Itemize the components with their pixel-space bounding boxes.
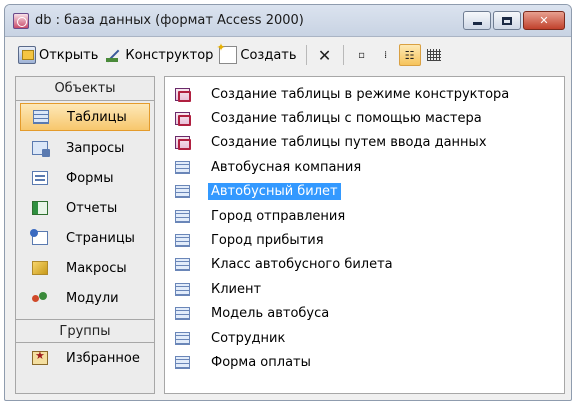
list-item-label: Создание таблицы в режиме конструктора [211,86,510,102]
large-icons-view-button[interactable]: ▫ [351,44,373,66]
sidebar-item-forms[interactable]: Формы [16,163,154,193]
maximize-icon [502,16,512,25]
list-item[interactable]: Модель автобуса [165,302,564,326]
list-view-button[interactable]: ☷ [398,44,421,66]
list-item-label: Форма оплаты [211,354,311,370]
list-view-icon: ☷ [404,48,415,62]
wizard-icon [175,87,191,102]
table-icon [175,355,190,369]
create-new-icon [216,41,238,64]
small-icons-view-button[interactable]: ⁞ [375,44,397,66]
sidebar-item-macros[interactable]: Макросы [16,253,154,283]
list-item[interactable]: Класс автобусного билета [165,253,564,277]
toolbar-separator [305,45,307,65]
list-item[interactable]: Автобусная компания [165,155,564,179]
macro-icon [32,261,48,275]
sidebar-item-label: Формы [66,170,114,186]
list-item-label: Автобусная компания [211,159,362,175]
toolbar: Открыть Конструктор Создать ✕ ▫ ⁞ ☷ [5,38,571,72]
sidebar-item-pages[interactable]: Страницы [16,223,154,253]
object-list: Создание таблицы в режиме конструктора С… [164,76,565,394]
details-view-icon [426,49,441,61]
list-item[interactable]: Создание таблицы путем ввода данных [165,131,564,155]
details-view-button[interactable] [423,44,445,66]
wizard-icon [175,136,191,151]
delete-x-icon: ✕ [317,45,332,65]
list-item[interactable]: Город прибытия [165,228,564,252]
sidebar-item-label: Модули [66,290,119,306]
table-icon [175,185,190,199]
groups-header[interactable]: Группы [16,319,154,343]
sidebar-item-label: Таблицы [67,109,127,125]
access-app-icon[interactable] [13,13,29,29]
form-icon [32,171,48,185]
sidebar-item-label: Страницы [66,230,135,246]
minimize-icon [472,22,482,25]
create-label: Создать [240,47,297,63]
list-item[interactable]: Клиент [165,277,564,301]
wizard-icon [175,112,191,127]
table-icon [175,209,190,223]
list-item[interactable]: Форма оплаты [165,350,564,374]
table-icon [175,282,190,296]
design-label: Конструктор [125,47,214,63]
design-ruler-icon [104,46,122,64]
caption-buttons: ✕ [463,11,565,30]
list-item-label: Город прибытия [211,233,324,249]
sidebar-item-favorites[interactable]: Избранное [16,343,154,373]
sidebar-item-modules[interactable]: Модули [16,283,154,313]
sidebar-item-label: Избранное [66,350,140,366]
open-label: Открыть [39,47,99,63]
title-bar[interactable]: db : база данных (формат Access 2000) ✕ [5,5,571,37]
objects-bar: Объекты Таблицы Запросы Формы Отчеты Стр… [15,76,155,394]
list-item-label: Модель автобуса [211,306,330,322]
query-icon [32,141,50,157]
list-item[interactable]: Создание таблицы в режиме конструктора [165,82,564,106]
module-icon [32,291,48,305]
table-icon [175,307,190,321]
sidebar-item-queries[interactable]: Запросы [16,133,154,163]
list-item[interactable]: Город отправления [165,204,564,228]
list-item-label: Автобусный билет [208,183,341,201]
close-button[interactable]: ✕ [523,11,565,30]
design-button[interactable]: Конструктор [101,43,216,67]
create-button[interactable]: Создать [216,41,299,67]
list-item-label: Класс автобусного билета [211,257,393,273]
list-item-label: Город отправления [211,208,346,224]
page-icon [30,229,48,245]
table-icon [175,160,190,174]
list-item-label: Создание таблицы путем ввода данных [211,135,487,151]
sidebar-item-label: Отчеты [66,200,118,216]
list-item-selected[interactable]: Автобусный билет [165,180,564,204]
window-title: db : база данных (формат Access 2000) [35,13,304,28]
objects-header[interactable]: Объекты [16,77,154,101]
table-icon [175,331,190,345]
sidebar-item-label: Макросы [66,260,127,276]
toolbar-separator [342,45,344,65]
list-item[interactable]: Сотрудник [165,326,564,350]
open-icon [18,46,36,64]
minimize-button[interactable] [463,11,491,30]
list-item-label: Создание таблицы с помощью мастера [211,111,482,127]
table-icon [33,110,49,124]
list-item-label: Сотрудник [211,330,286,346]
table-icon [175,234,190,248]
maximize-button[interactable] [493,11,521,30]
database-window: db : база данных (формат Access 2000) ✕ … [4,4,572,401]
sidebar-item-reports[interactable]: Отчеты [16,193,154,223]
close-icon: ✕ [539,14,549,27]
list-item-label: Клиент [211,281,262,297]
report-icon [32,201,48,215]
open-button[interactable]: Открыть [15,43,101,67]
large-icons-icon: ▫ [358,49,365,61]
table-icon [175,258,190,272]
favorites-icon [32,349,48,365]
delete-button[interactable]: ✕ [314,44,336,66]
sidebar-item-label: Запросы [66,140,125,156]
list-item[interactable]: Создание таблицы с помощью мастера [165,106,564,130]
sidebar-item-tables[interactable]: Таблицы [20,103,150,131]
small-icons-icon: ⁞ [383,49,388,61]
